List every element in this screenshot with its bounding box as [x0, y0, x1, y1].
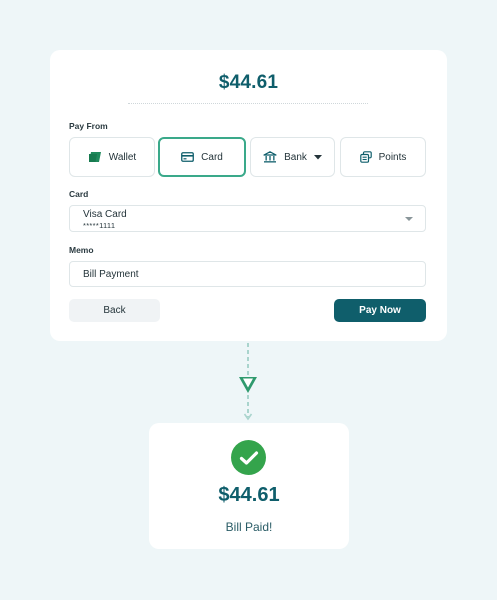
pay-method-card[interactable]: Card — [158, 137, 246, 177]
bank-icon — [263, 151, 277, 163]
points-coins-icon — [359, 151, 372, 163]
memo-input[interactable] — [69, 261, 426, 287]
chevron-down-icon — [405, 217, 413, 221]
pay-method-bank[interactable]: Bank — [250, 137, 335, 177]
check-circle-icon — [231, 440, 266, 475]
result-message: Bill Paid! — [225, 520, 273, 534]
card-select-number: *****1111 — [83, 221, 116, 230]
payment-amount: $44.61 — [218, 72, 279, 93]
pay-method-points-label: Points — [378, 151, 407, 163]
payment-result-card: $44.61 Bill Paid! — [149, 423, 349, 549]
pay-from-label: Pay From — [69, 121, 108, 131]
credit-card-icon — [181, 152, 195, 162]
amount-divider — [128, 103, 368, 104]
card-label: Card — [69, 189, 89, 199]
memo-label: Memo — [69, 245, 94, 255]
pay-method-points[interactable]: Points — [340, 137, 426, 177]
pay-method-wallet[interactable]: Wallet — [69, 137, 155, 177]
result-amount: $44.61 — [218, 484, 280, 506]
payment-card: $44.61 Pay From Wallet Card Bank Points … — [50, 50, 447, 341]
pay-method-wallet-label: Wallet — [108, 151, 137, 163]
chevron-down-icon — [313, 154, 322, 160]
pay-method-bank-label: Bank — [284, 151, 307, 163]
card-select[interactable]: Visa Card *****1111 — [69, 205, 426, 232]
flow-connector — [236, 341, 262, 428]
card-select-name: Visa Card — [83, 209, 127, 220]
back-button[interactable]: Back — [69, 299, 160, 322]
pay-method-card-label: Card — [201, 151, 223, 163]
pay-now-button[interactable]: Pay Now — [334, 299, 426, 322]
wallet-icon — [88, 151, 102, 163]
